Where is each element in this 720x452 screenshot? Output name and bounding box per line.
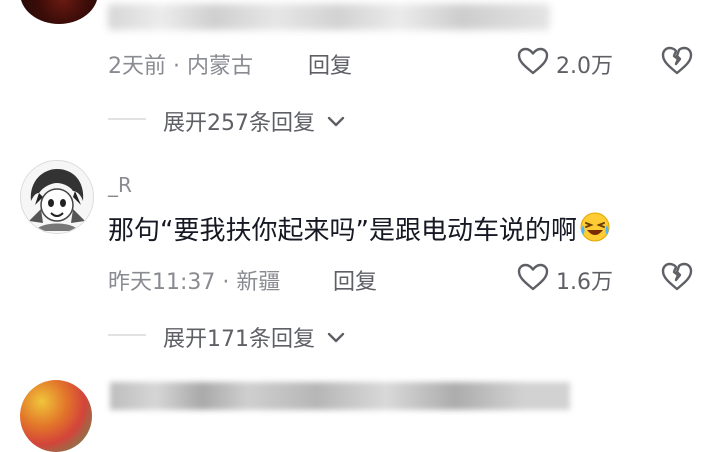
expand-replies-label: 展开171条回复 — [163, 327, 315, 352]
reply-button[interactable]: 回复 — [308, 48, 352, 80]
comment-text: 那句“要我扶你起来吗”是跟电动车说的啊 — [108, 210, 611, 250]
divider — [108, 118, 146, 120]
chevron-down-icon — [327, 332, 345, 343]
expand-replies-button[interactable]: 展开171条回复 — [163, 321, 346, 353]
laughing-crying-emoji-icon — [579, 211, 611, 250]
expand-replies-label: 展开257条回复 — [163, 111, 315, 136]
chevron-down-icon — [327, 116, 345, 127]
expand-replies-button[interactable]: 展开257条回复 — [163, 105, 346, 137]
like-icon[interactable] — [516, 46, 550, 76]
dislike-icon[interactable] — [660, 260, 694, 292]
like-count: 2.0万 — [556, 54, 613, 79]
comment-text-blurred — [108, 4, 550, 30]
avatar[interactable] — [20, 160, 94, 234]
comment-meta: 昨天11:37 · 新疆 — [108, 270, 281, 295]
dislike-icon[interactable] — [660, 44, 694, 76]
username[interactable]: _R — [108, 173, 132, 197]
comment-body: 那句“要我扶你起来吗”是跟电动车说的啊 — [108, 216, 577, 246]
like-icon[interactable] — [516, 262, 550, 292]
like-count: 1.6万 — [556, 270, 613, 295]
comment-text-blurred — [110, 382, 570, 410]
avatar[interactable] — [20, 380, 92, 452]
reply-button[interactable]: 回复 — [333, 264, 377, 296]
comment-meta: 2天前 · 内蒙古 — [108, 54, 253, 79]
avatar[interactable] — [20, 0, 98, 24]
divider — [108, 334, 146, 336]
